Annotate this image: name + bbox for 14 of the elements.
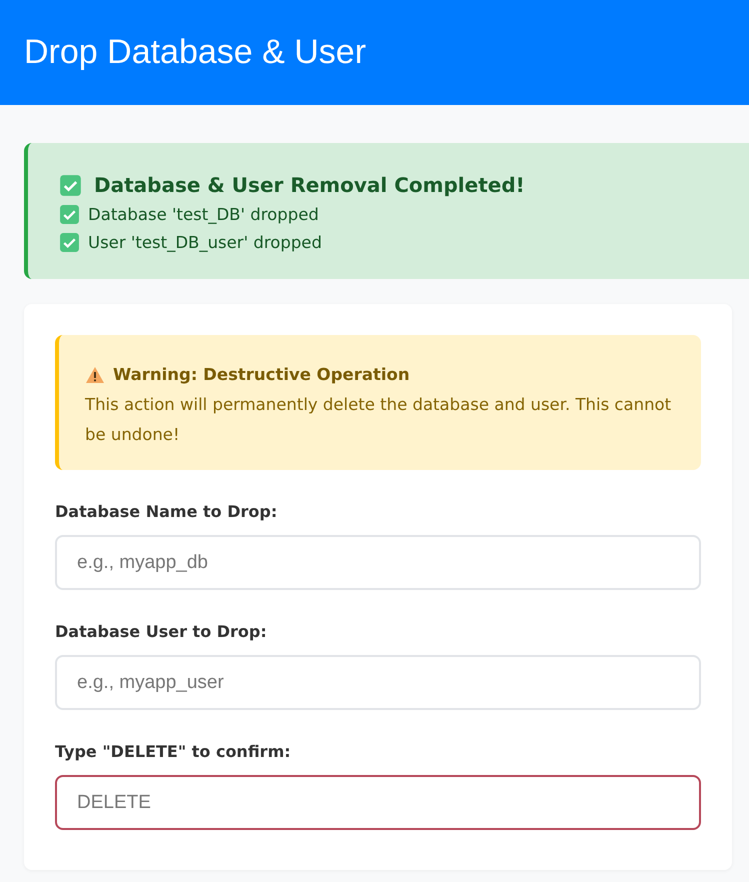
field-label: Database User to Drop: xyxy=(55,622,268,641)
warning-icon xyxy=(85,366,105,384)
field-label: Database Name to Drop: xyxy=(55,502,278,521)
success-message: User 'test_DB_user' dropped xyxy=(88,233,322,252)
success-message: Database 'test_DB' dropped xyxy=(88,205,319,224)
success-title: Database & User Removal Completed! xyxy=(94,173,525,197)
check-icon xyxy=(59,204,80,225)
page-title: Drop Database & User xyxy=(24,33,366,72)
warning-message: This action will permanently delete the database and user. This cannot be undone! xyxy=(85,394,672,446)
check-icon xyxy=(59,232,80,253)
check-icon xyxy=(59,174,82,196)
field-label: Type "DELETE" to confirm: xyxy=(55,742,292,761)
warning-title: Warning: Destructive Operation xyxy=(113,365,410,384)
input-field[interactable]: DELETE xyxy=(55,775,701,830)
